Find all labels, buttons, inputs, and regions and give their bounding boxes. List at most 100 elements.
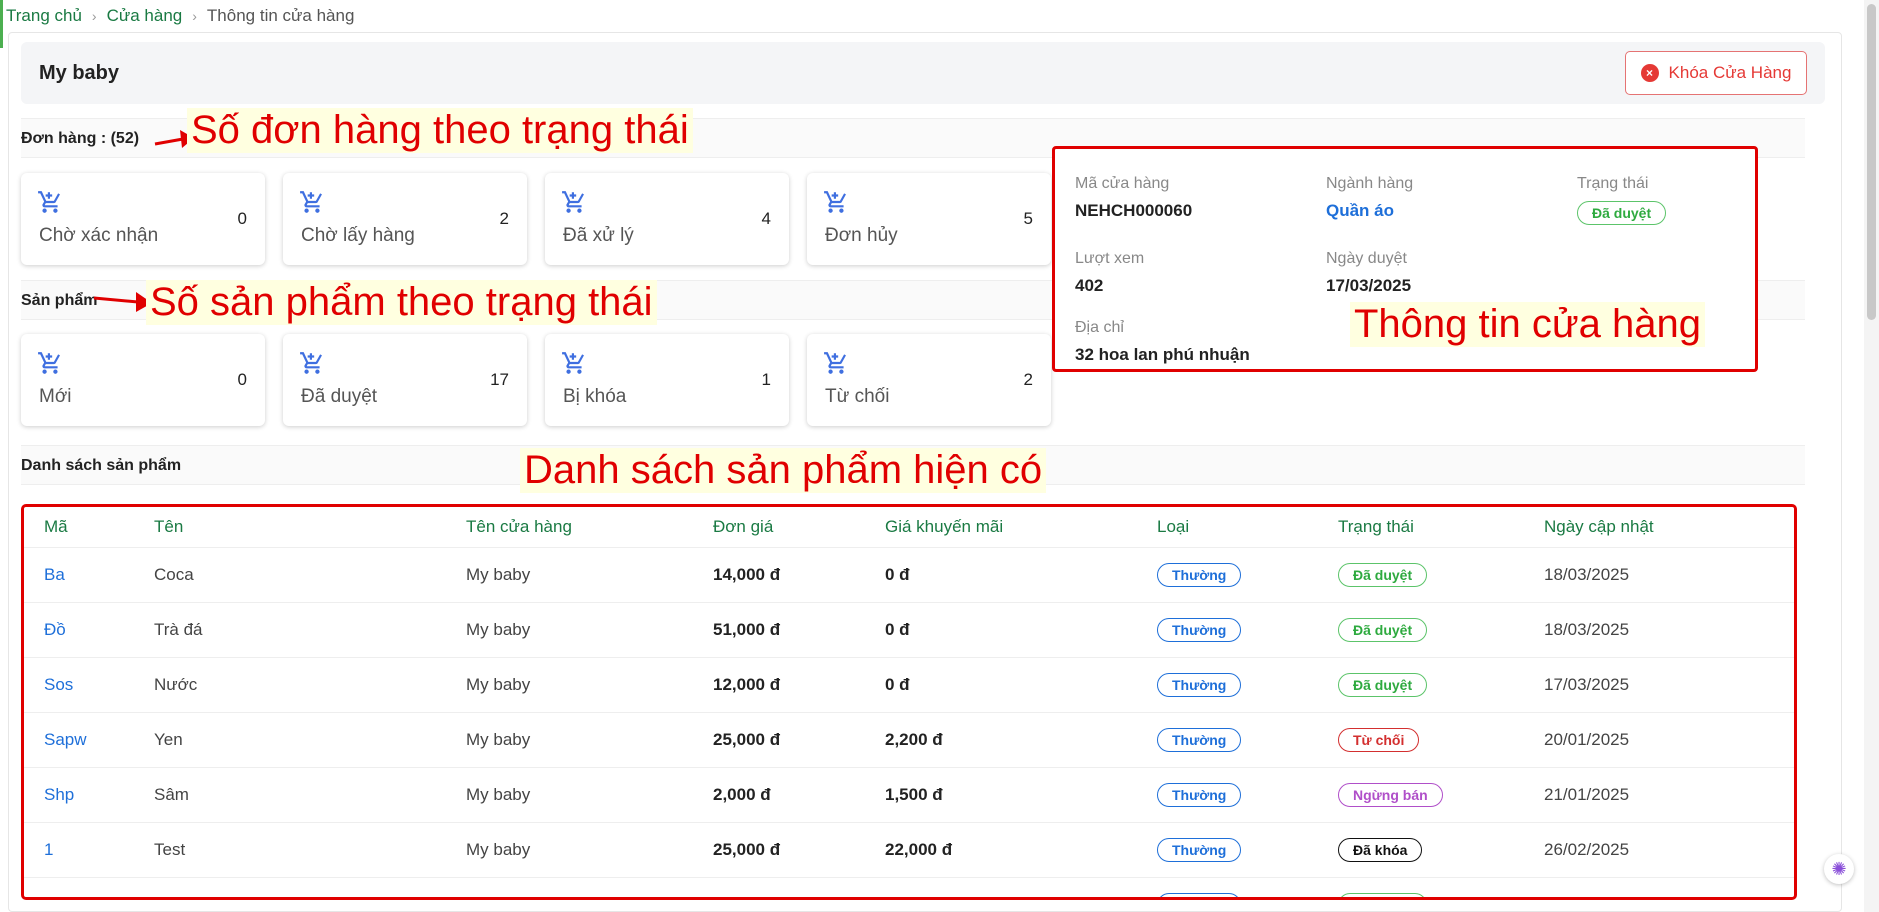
annotation-product-list: Danh sách sản phẩm hiện có: [520, 448, 1047, 493]
status-badge: Đã duyệt: [1338, 617, 1428, 642]
cell-price: 25,000 đ: [713, 711, 885, 767]
cell-price: 51,000 đ: [713, 601, 885, 657]
vertical-scrollbar[interactable]: [1864, 0, 1879, 912]
column-header[interactable]: Tên cửa hàng: [466, 507, 713, 547]
product-list-title: Danh sách sản phẩm: [21, 457, 182, 474]
product-card-approved[interactable]: Đã duyệt 17: [283, 334, 527, 426]
card-count: 0: [237, 209, 247, 228]
column-header[interactable]: Mã: [24, 507, 154, 547]
cell-promo: 2,200 đ: [885, 711, 1157, 767]
cell-date: 21/01/2025: [1544, 766, 1794, 822]
status-badge: Đã duyệt: [1577, 201, 1667, 225]
info-label: Mã cửa hàng: [1075, 175, 1170, 192]
type-badge: Thường: [1157, 617, 1242, 642]
cell-price: 12,000 đ: [713, 656, 885, 712]
card-label: Bị khóa: [563, 386, 627, 407]
info-label: Địa chỉ: [1075, 319, 1124, 336]
cell-code[interactable]: Ba: [24, 546, 154, 602]
column-header[interactable]: Trạng thái: [1338, 507, 1544, 547]
column-header[interactable]: Giá khuyến mãi: [885, 507, 1157, 547]
store-name: My baby: [39, 62, 120, 84]
info-store-code: Mã cửa hàng NEHCH000060: [1075, 175, 1192, 221]
cell-code[interactable]: Sapw: [24, 711, 154, 767]
cart-icon: [562, 352, 584, 374]
column-header[interactable]: Ngày cập nhật: [1544, 507, 1794, 547]
scrollbar-thumb[interactable]: [1867, 4, 1876, 320]
table-row[interactable]: Sos Nước My baby 12,000 đ0 đ Thường Đã duyệt 1…: [24, 656, 1794, 712]
cell-store: My baby: [466, 656, 713, 712]
table-row[interactable]: Ba Coca My baby 14,000 đ0 đ Thường Đã duyệt 18…: [24, 546, 1794, 602]
cell-status: Đã duyệt: [1338, 876, 1544, 897]
table-row[interactable]: Mia01Nước mía nguyên chấtMy baby25,000 đ…: [24, 876, 1794, 897]
table-row[interactable]: 1 Test My baby 25,000 đ 22,000 đ Thường Đã khó…: [24, 821, 1794, 877]
type-badge: Thường: [1157, 837, 1242, 862]
close-circle-icon: ×: [1640, 64, 1659, 82]
cell-code[interactable]: Shp: [24, 766, 154, 822]
cell-type: Thường: [1157, 821, 1338, 877]
chevron-right-icon: ›: [91, 8, 97, 24]
column-header[interactable]: Tên: [154, 507, 466, 547]
breadcrumb-current: Thông tin cửa hàng: [206, 6, 355, 25]
breadcrumb-home[interactable]: Trang chủ: [6, 6, 82, 26]
annotation-arrow: [93, 292, 152, 312]
cell-promo: 0 đ: [885, 876, 1157, 897]
order-card-pending[interactable]: Chờ xác nhận 0: [21, 173, 265, 265]
annotation-orders: Số đơn hàng theo trạng thái: [187, 108, 693, 153]
card-label: Chờ xác nhận: [39, 225, 159, 246]
cell-name: Coca: [154, 546, 466, 602]
table-row[interactable]: Sapw Yen My baby 25,000 đ 2,200 đ Thường Từ ch…: [24, 711, 1794, 767]
cell-code[interactable]: 1: [24, 821, 154, 877]
cell-store: My baby: [466, 711, 713, 767]
cell-promo: 22,000 đ: [885, 821, 1157, 877]
info-value[interactable]: Quần áo: [1326, 201, 1413, 221]
info-value: 32 hoa lan phú nhuận: [1075, 345, 1250, 364]
status-badge: Ngừng bán: [1338, 782, 1443, 807]
column-header[interactable]: Loại: [1157, 507, 1338, 547]
order-card-cancelled[interactable]: Đơn hủy 5: [807, 173, 1051, 265]
cell-status: Đã khóa: [1338, 821, 1544, 877]
cell-code[interactable]: Sos: [24, 656, 154, 712]
breadcrumb-stores[interactable]: Cửa hàng: [107, 6, 183, 26]
cell-name: Yen: [154, 711, 466, 767]
chevron-right-icon: ›: [192, 8, 197, 24]
cell-store: My baby: [466, 546, 713, 602]
cell-code[interactable]: Mia01: [24, 876, 154, 897]
type-badge: Thường: [1157, 727, 1242, 752]
card-count: 2: [499, 209, 509, 228]
cell-promo: 1,500 đ: [885, 766, 1157, 822]
lock-store-button[interactable]: × Khóa Cửa Hàng: [1625, 51, 1807, 95]
cell-date: 17/03/2025: [1544, 876, 1794, 897]
status-badge: Từ chối: [1338, 727, 1420, 752]
cell-type: Thường: [1157, 876, 1338, 897]
lock-store-label: Khóa Cửa Hàng: [1668, 63, 1792, 82]
cell-type: Thường: [1157, 711, 1338, 767]
assistant-brain-icon[interactable]: ✺: [1824, 854, 1854, 884]
cell-status: Ngừng bán: [1338, 766, 1544, 822]
card-label: Từ chối: [825, 386, 890, 407]
cell-name: Nước mía nguyên chất: [154, 876, 466, 897]
cell-code[interactable]: Đồ: [24, 601, 154, 657]
product-card-rejected[interactable]: Từ chối 2: [807, 334, 1051, 426]
product-card-locked[interactable]: Bị khóa 1: [545, 334, 789, 426]
product-card-new[interactable]: Mới 0: [21, 334, 265, 426]
product-table: Mã Tên Tên cửa hàng Đơn giá Giá khuyến m…: [24, 507, 1794, 897]
table-row[interactable]: Đồ Trà đá My baby 51,000 đ0 đ Thường Đã duyệt…: [24, 601, 1794, 657]
cell-date: 17/03/2025: [1544, 656, 1794, 712]
type-badge: Thường: [1157, 672, 1242, 697]
info-address: Địa chỉ 32 hoa lan phú nhuận: [1075, 319, 1250, 365]
column-header[interactable]: Đơn giá: [713, 507, 885, 547]
card-count: 5: [1023, 209, 1033, 228]
type-badge: Thường: [1157, 892, 1242, 897]
status-badge: Đã khóa: [1338, 837, 1423, 862]
products-title: Sản phẩm: [21, 292, 98, 309]
cell-type: Thường: [1157, 546, 1338, 602]
order-card-awaiting-pickup[interactable]: Chờ lấy hàng 2: [283, 173, 527, 265]
table-row[interactable]: Shp Sâm My baby 2,000 đ 1,500 đ Thường Ngừng b…: [24, 766, 1794, 822]
status-badge: Đã duyệt: [1338, 892, 1428, 897]
info-label: Trạng thái: [1577, 175, 1649, 192]
order-card-processed[interactable]: Đã xử lý 4: [545, 173, 789, 265]
cell-price: 2,000 đ: [713, 766, 885, 822]
cell-type: Thường: [1157, 601, 1338, 657]
cart-icon: [38, 191, 60, 213]
order-status-cards: Chờ xác nhận 0 Chờ lấy hàng 2 Đã xử lý 4…: [21, 173, 1051, 265]
